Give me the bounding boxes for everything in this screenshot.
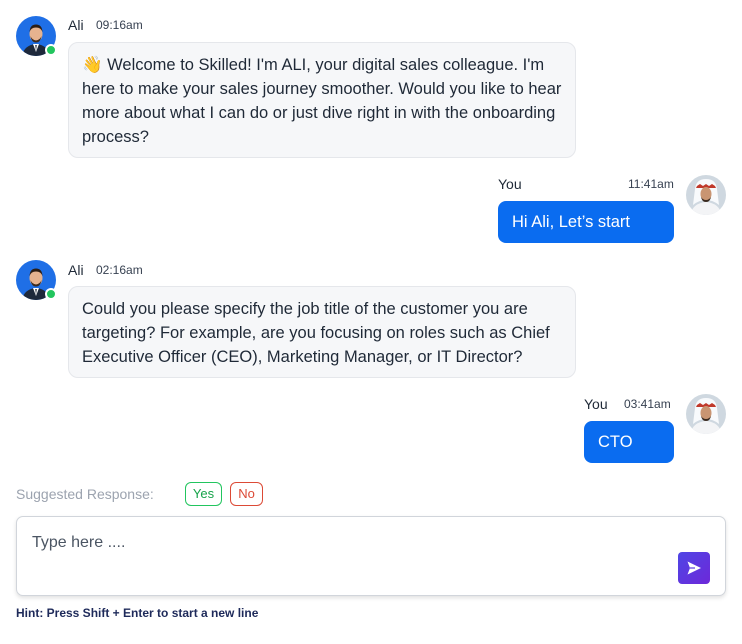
online-status-icon (45, 44, 57, 56)
message-text: CTO (598, 433, 633, 451)
suggested-yes-button[interactable]: Yes (185, 482, 222, 506)
send-arrow-icon (687, 561, 701, 575)
message-timestamp: 11:41am (628, 177, 674, 191)
online-status-icon (45, 288, 57, 300)
message-composer (16, 516, 726, 596)
message-input[interactable] (32, 531, 672, 555)
agent-message-bubble: 👋 Welcome to Skilled! I'm ALI, your digi… (68, 42, 576, 158)
user-avatar (686, 394, 726, 434)
agent-message-bubble: Could you please specify the job title o… (68, 286, 576, 378)
sender-name: Ali (68, 262, 84, 278)
message-text: Hi Ali, Let’s start (512, 213, 630, 231)
sender-name: Ali (68, 17, 84, 33)
message-timestamp: 03:41am (624, 397, 671, 411)
suggested-no-button[interactable]: No (230, 482, 263, 506)
sender-name: You (498, 176, 522, 192)
send-button[interactable] (678, 552, 710, 584)
message-timestamp: 02:16am (96, 263, 143, 277)
user-avatar (686, 175, 726, 215)
keyboard-hint: Hint: Press Shift + Enter to start a new… (16, 606, 259, 620)
suggested-response-label: Suggested Response: (16, 486, 154, 502)
message-text: Welcome to Skilled! I'm ALI, your digita… (82, 56, 562, 146)
user-message-bubble: Hi Ali, Let’s start (498, 201, 674, 243)
user-message-bubble: CTO (584, 421, 674, 463)
message-timestamp: 09:16am (96, 18, 143, 32)
waving-hand-icon: 👋 (82, 56, 103, 74)
message-text: Could you please specify the job title o… (82, 300, 550, 366)
sender-name: You (584, 396, 608, 412)
